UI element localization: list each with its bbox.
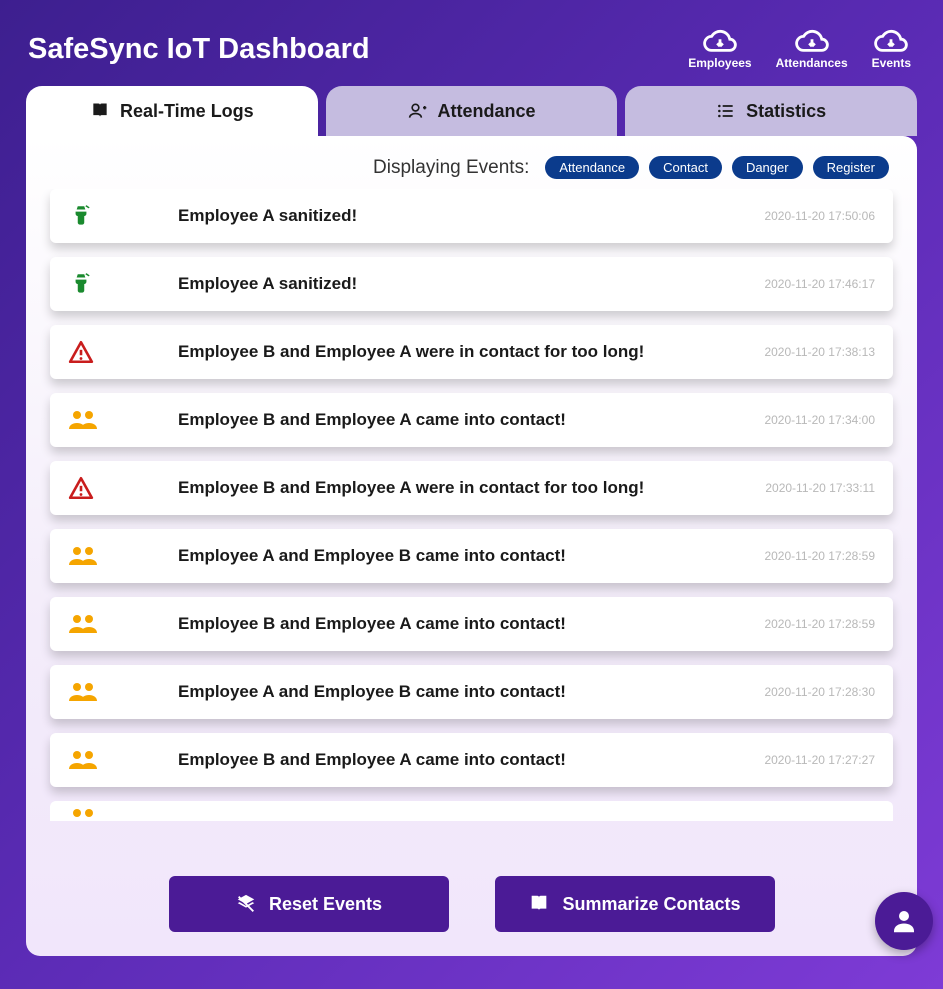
header-links: Employees Attendances Events [688,28,911,70]
people-icon [68,613,98,635]
link-label: Events [872,56,911,70]
tab-label: Attendance [438,101,536,122]
cloud-download-icon [795,28,829,56]
download-attendances-link[interactable]: Attendances [776,28,848,70]
log-icon-wrap [68,681,108,703]
log-message: Employee B and Employee A came into cont… [108,614,764,634]
log-timestamp: 2020-11-20 17:34:00 [764,413,875,427]
log-item[interactable]: Employee A and Employee B came into cont… [50,665,893,719]
tab-statistics[interactable]: Statistics [625,86,917,136]
log-item[interactable]: Employee A sanitized!2020-11-20 17:46:17 [50,257,893,311]
log-message: Employee A sanitized! [108,206,764,226]
reset-events-button[interactable]: Reset Events [169,876,449,932]
log-item[interactable]: Employee B and Employee A came into cont… [50,733,893,787]
people-icon [68,807,98,821]
log-item[interactable]: Employee B and Employee A were in contac… [50,461,893,515]
log-timestamp: 2020-11-20 17:33:11 [765,481,875,495]
chip-contact[interactable]: Contact [649,156,722,179]
log-panel: Displaying Events: Attendance Contact Da… [26,136,917,956]
log-message: Employee B and Employee A came into cont… [108,410,764,430]
chip-danger[interactable]: Danger [732,156,803,179]
log-timestamp: 2020-11-20 17:38:13 [764,345,875,359]
log-icon-wrap [68,545,108,567]
sanitize-icon [68,203,94,229]
warning-icon [68,339,94,365]
chip-register[interactable]: Register [813,156,889,179]
sanitize-icon [68,271,94,297]
log-timestamp: 2020-11-20 17:50:06 [764,209,875,223]
button-label: Reset Events [269,894,382,915]
content: Real-Time Logs Attendance Statistics Dis… [0,86,943,956]
log-icon-wrap [68,807,108,821]
tab-label: Real-Time Logs [120,101,254,122]
person-add-icon [408,101,428,121]
log-message: Employee A sanitized! [108,274,764,294]
log-timestamp: 2020-11-20 17:46:17 [764,277,875,291]
log-item[interactable]: Employee B and Employee A came into cont… [50,597,893,651]
header: SafeSync IoT Dashboard Employees Attenda… [0,0,943,86]
filter-label: Displaying Events: [373,157,529,179]
chip-attendance[interactable]: Attendance [545,156,639,179]
log-item[interactable]: Employee B and Employee A came into cont… [50,393,893,447]
people-icon [68,409,98,431]
log-timestamp: 2020-11-20 17:27:27 [764,753,875,767]
layers-clear-icon [235,893,257,915]
tab-attendance[interactable]: Attendance [326,86,618,136]
link-label: Employees [688,56,751,70]
list-icon [716,101,736,121]
link-label: Attendances [776,56,848,70]
log-icon-wrap [68,203,108,229]
tabs: Real-Time Logs Attendance Statistics [26,86,917,136]
profile-fab[interactable] [875,892,933,950]
download-employees-link[interactable]: Employees [688,28,751,70]
log-item[interactable]: Employee A sanitized!2020-11-20 17:50:06 [50,189,893,243]
cloud-download-icon [703,28,737,56]
log-message: Employee A and Employee B came into cont… [108,546,764,566]
book-icon [528,893,550,915]
people-icon [68,545,98,567]
log-item[interactable] [50,801,893,821]
warning-icon [68,475,94,501]
tab-real-time-logs[interactable]: Real-Time Logs [26,86,318,136]
log-timestamp: 2020-11-20 17:28:59 [764,617,875,631]
filter-row: Displaying Events: Attendance Contact Da… [26,136,917,189]
button-label: Summarize Contacts [562,894,740,915]
log-item[interactable]: Employee B and Employee A were in contac… [50,325,893,379]
cloud-download-icon [874,28,908,56]
log-timestamp: 2020-11-20 17:28:59 [764,549,875,563]
tab-label: Statistics [746,101,826,122]
log-item[interactable]: Employee A and Employee B came into cont… [50,529,893,583]
person-icon [889,906,919,936]
book-icon [90,101,110,121]
log-message: Employee A and Employee B came into cont… [108,682,764,702]
log-icon-wrap [68,271,108,297]
log-message: Employee B and Employee A came into cont… [108,750,764,770]
log-icon-wrap [68,339,108,365]
log-message: Employee B and Employee A were in contac… [108,478,765,498]
log-icon-wrap [68,749,108,771]
page-title: SafeSync IoT Dashboard [28,33,370,66]
download-events-link[interactable]: Events [872,28,911,70]
summarize-contacts-button[interactable]: Summarize Contacts [495,876,775,932]
log-icon-wrap [68,613,108,635]
people-icon [68,749,98,771]
people-icon [68,681,98,703]
log-timestamp: 2020-11-20 17:28:30 [764,685,875,699]
log-icon-wrap [68,409,108,431]
log-message: Employee B and Employee A were in contac… [108,342,764,362]
log-icon-wrap [68,475,108,501]
log-list[interactable]: Employee A sanitized!2020-11-20 17:50:06… [26,189,917,862]
action-row: Reset Events Summarize Contacts [26,862,917,956]
